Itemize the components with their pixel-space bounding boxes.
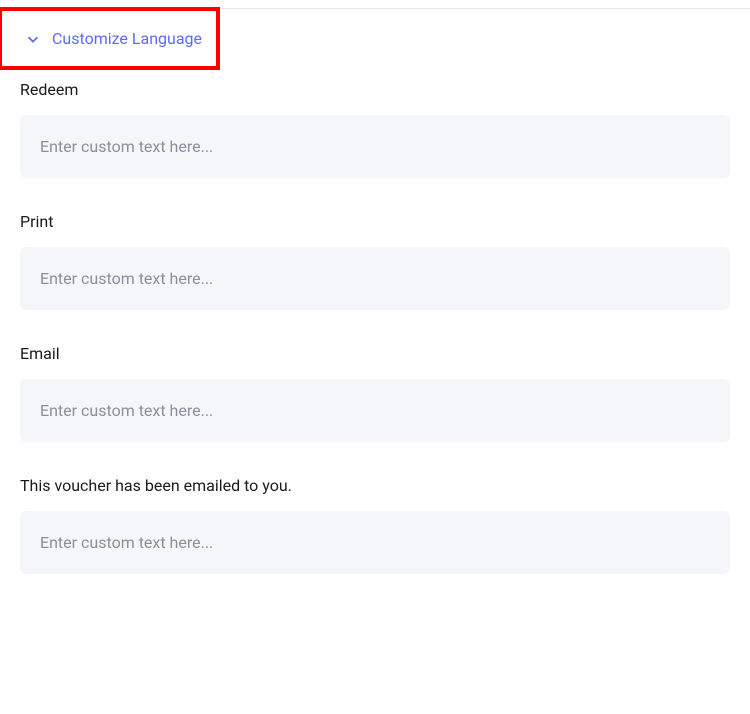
print-label: Print [20, 212, 730, 231]
accordion-title: Customize Language [52, 29, 202, 48]
customize-language-toggle[interactable]: Customize Language [0, 7, 220, 70]
email-label: Email [20, 344, 730, 363]
emailed-confirmation-input[interactable] [20, 511, 730, 574]
chevron-down-icon [26, 32, 40, 46]
field-group-print: Print [20, 212, 730, 310]
form-fields: Redeem Print Email This voucher has been… [0, 70, 750, 574]
field-group-emailed-confirmation: This voucher has been emailed to you. [20, 476, 730, 574]
redeem-label: Redeem [20, 80, 730, 99]
email-input[interactable] [20, 379, 730, 442]
field-group-email: Email [20, 344, 730, 442]
redeem-input[interactable] [20, 115, 730, 178]
form-container: Customize Language Redeem Print Email Th… [0, 9, 750, 574]
emailed-confirmation-label: This voucher has been emailed to you. [20, 476, 730, 495]
field-group-redeem: Redeem [20, 80, 730, 178]
print-input[interactable] [20, 247, 730, 310]
